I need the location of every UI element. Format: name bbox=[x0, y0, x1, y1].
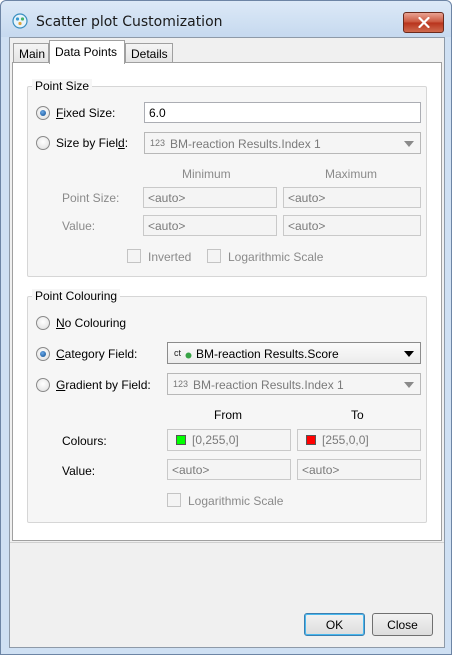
category-field-label[interactable]: Category Field: bbox=[56, 347, 137, 361]
from-colour-value: [0,255,0] bbox=[192, 433, 239, 447]
minimum-header: Minimum bbox=[182, 167, 231, 181]
footer-separator bbox=[10, 542, 444, 543]
size-log-scale-label: Logarithmic Scale bbox=[228, 250, 324, 264]
tab-data-points[interactable]: Data Points bbox=[49, 40, 125, 64]
colour-value-from-input: <auto> bbox=[167, 459, 291, 480]
fixed-size-label[interactable]: Fixed Size: bbox=[56, 106, 115, 120]
numeric-type-icon: 123 bbox=[173, 379, 189, 389]
no-colouring-label[interactable]: No Colouring bbox=[56, 316, 126, 330]
window-close-button[interactable] bbox=[403, 12, 444, 33]
category-dot-icon bbox=[185, 352, 192, 359]
category-field-value: BM-reaction Results.Score bbox=[196, 347, 339, 361]
category-field-radio[interactable] bbox=[36, 347, 50, 361]
fixed-size-input[interactable]: 6.0 bbox=[144, 102, 421, 123]
fixed-size-radio[interactable] bbox=[36, 106, 50, 120]
colour-value-label: Value: bbox=[62, 464, 96, 478]
chevron-down-icon bbox=[404, 351, 414, 357]
colours-label: Colours: bbox=[62, 434, 107, 448]
gradient-field-value: BM-reaction Results.Index 1 bbox=[193, 378, 344, 392]
dialog-client-area: Main Data Points Details Point Size Fixe… bbox=[9, 37, 445, 648]
ok-button[interactable]: OK bbox=[304, 613, 365, 636]
point-size-group: Point Size Fixed Size: 6.0 Size by Field… bbox=[27, 79, 427, 277]
no-colouring-radio[interactable] bbox=[36, 316, 50, 330]
inverted-checkbox bbox=[127, 249, 141, 263]
close-icon bbox=[417, 17, 430, 28]
data-points-panel: Point Size Fixed Size: 6.0 Size by Field… bbox=[12, 62, 442, 541]
to-header: To bbox=[351, 408, 364, 422]
from-colour-field: [0,255,0] bbox=[167, 429, 291, 451]
point-size-label: Point Size: bbox=[62, 191, 120, 205]
point-size-group-title: Point Size bbox=[32, 79, 93, 93]
from-colour-swatch bbox=[176, 435, 186, 445]
gradient-field-select: 123 BM-reaction Results.Index 1 bbox=[167, 373, 421, 395]
size-by-field-select: 123 BM-reaction Results.Index 1 bbox=[144, 132, 421, 154]
point-colouring-group: Point Colouring No Colouring Category Fi… bbox=[27, 289, 427, 523]
colour-value-to-input: <auto> bbox=[297, 459, 421, 480]
maximum-header: Maximum bbox=[325, 167, 378, 181]
to-colour-value: [255,0,0] bbox=[322, 433, 369, 447]
size-by-field-value: BM-reaction Results.Index 1 bbox=[170, 137, 321, 151]
size-log-scale-checkbox bbox=[207, 249, 221, 263]
value-max-input: <auto> bbox=[283, 215, 421, 236]
tab-main[interactable]: Main bbox=[13, 43, 49, 63]
colour-log-scale-checkbox bbox=[167, 493, 181, 507]
category-field-select[interactable]: ct BM-reaction Results.Score bbox=[167, 342, 421, 364]
colour-log-scale-label: Logarithmic Scale bbox=[188, 494, 284, 508]
gradient-field-radio[interactable] bbox=[36, 378, 50, 392]
category-type-icon: ct bbox=[174, 348, 182, 358]
size-by-field-radio[interactable] bbox=[36, 136, 50, 150]
value-min-input: <auto> bbox=[143, 215, 277, 236]
app-icon bbox=[12, 13, 28, 29]
value-range-label: Value: bbox=[62, 219, 96, 233]
from-header: From bbox=[214, 408, 242, 422]
inverted-label: Inverted bbox=[148, 250, 192, 264]
to-colour-swatch bbox=[306, 435, 316, 445]
to-colour-field: [255,0,0] bbox=[297, 429, 421, 451]
size-by-field-label[interactable]: Size by Field: bbox=[56, 136, 128, 150]
close-button[interactable]: Close bbox=[372, 613, 433, 636]
tab-details[interactable]: Details bbox=[125, 43, 173, 63]
dialog-window: Scatter plot Customization Main Data Poi… bbox=[0, 0, 452, 655]
window-title: Scatter plot Customization bbox=[36, 14, 223, 30]
gradient-field-label[interactable]: Gradient by Field: bbox=[56, 378, 151, 392]
point-colouring-group-title: Point Colouring bbox=[32, 289, 121, 303]
chevron-down-icon bbox=[404, 141, 414, 147]
point-size-min-input: <auto> bbox=[143, 187, 277, 208]
point-size-max-input: <auto> bbox=[283, 187, 421, 208]
numeric-type-icon: 123 bbox=[150, 138, 166, 148]
title-bar[interactable]: Scatter plot Customization bbox=[1, 1, 451, 37]
chevron-down-icon bbox=[404, 382, 414, 388]
